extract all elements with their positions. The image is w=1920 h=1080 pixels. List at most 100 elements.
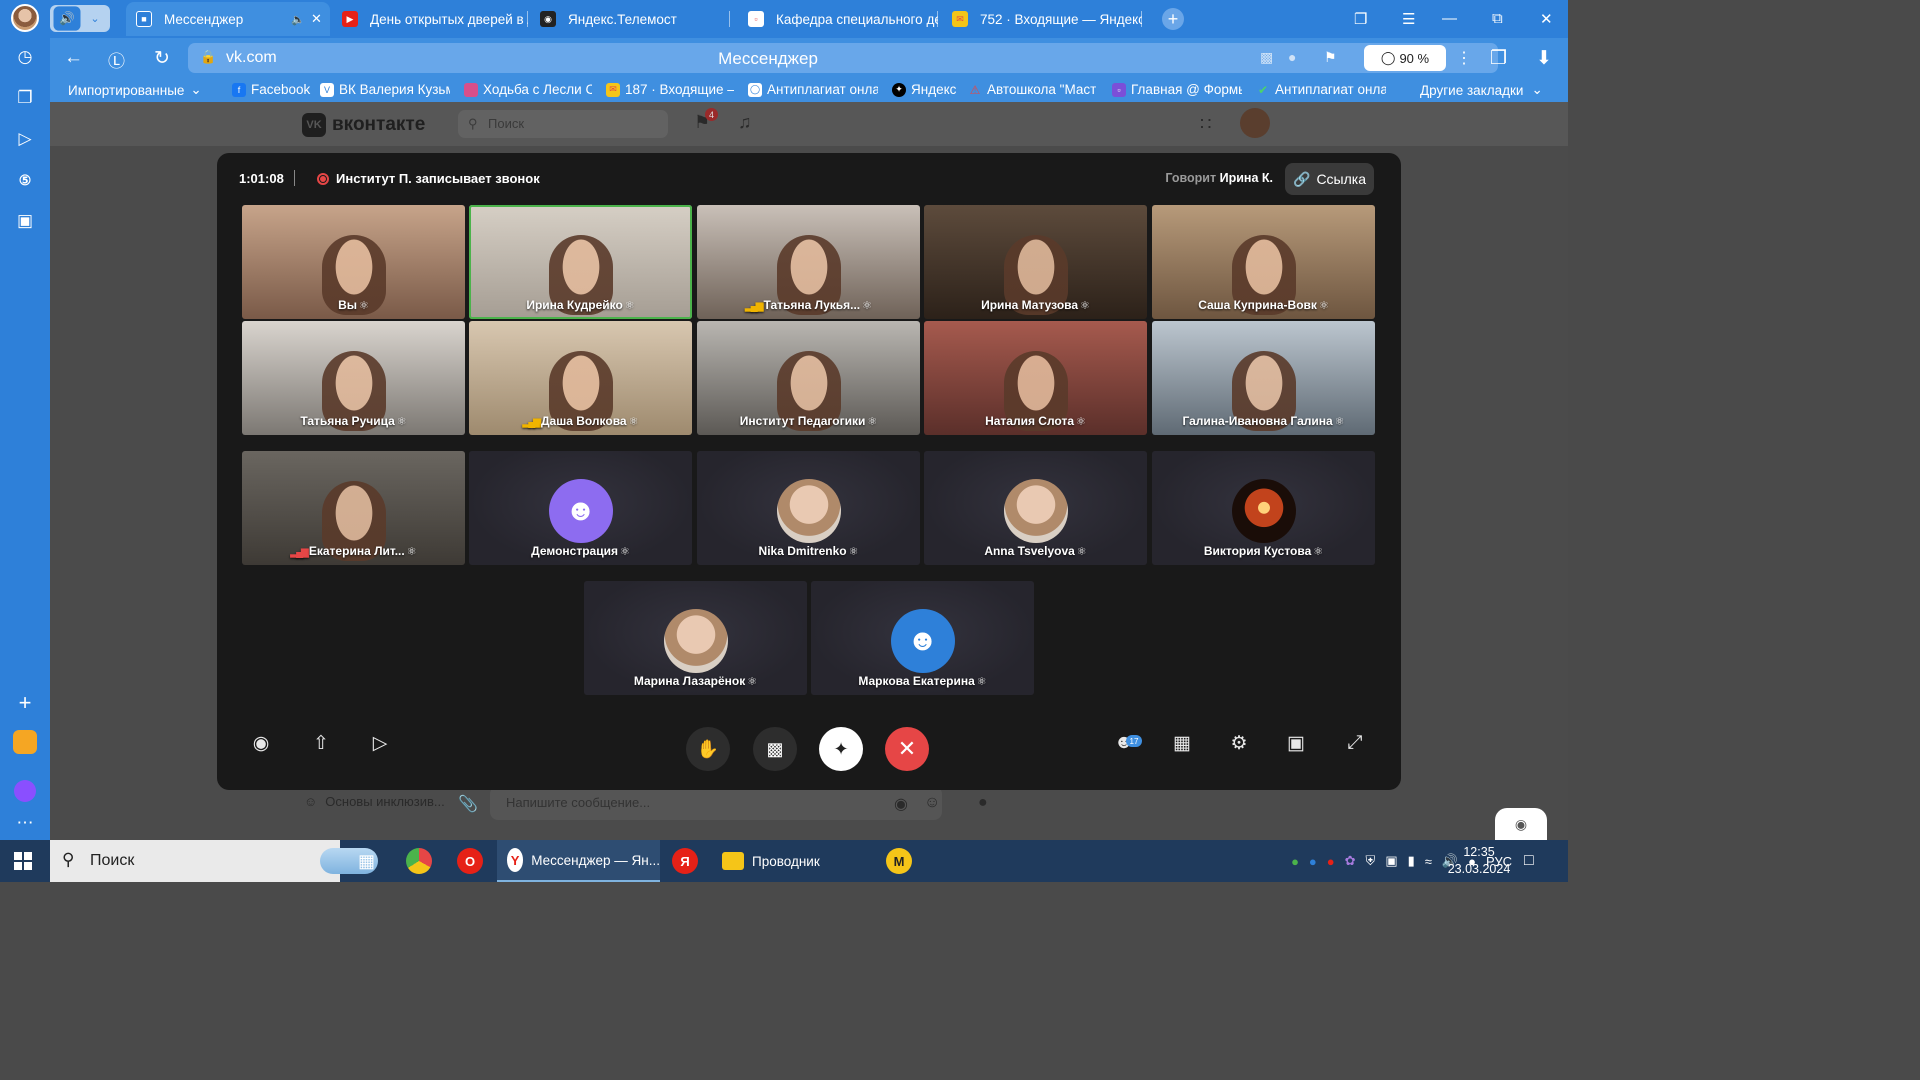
close-icon[interactable]: ✕: [311, 11, 322, 27]
participant-tile[interactable]: Институт Педагогики ⚛: [697, 321, 920, 435]
vk-search-input[interactable]: ⚲ Поиск: [458, 110, 668, 138]
bookmark-mail[interactable]: ✉ 187 · Входящие —: [606, 82, 734, 97]
kaspersky-icon[interactable]: ●: [1291, 854, 1299, 869]
participant-tile[interactable]: Татьяна Ручица ⚛: [242, 321, 465, 435]
bookmark-antiplagiat[interactable]: ◯ Антиплагиат онла: [748, 82, 878, 97]
five-icon[interactable]: ⑤: [10, 165, 40, 195]
participant-tile[interactable]: Саша Куприна-Вовк ⚛: [1152, 205, 1375, 319]
participant-tile[interactable]: ▂▄▆ Екатерина Лит... ⚛: [242, 451, 465, 565]
layout-icon[interactable]: ▦: [1167, 728, 1197, 758]
message-input[interactable]: Напишите сообщение...: [490, 786, 942, 820]
tab-mail[interactable]: ✉ 752 · Входящие — Яндекс: [942, 2, 1142, 36]
address-bar[interactable]: 🔒 vk.com Мессенджер ▩ ● ⚑ ◯ 90 % ⋮: [188, 43, 1498, 73]
taskbar-app-explorer[interactable]: Проводник: [722, 840, 842, 882]
bookmark-walking[interactable]: Ходьба с Лесли С: [464, 82, 592, 97]
participant-tile[interactable]: Марина Лазарёнок ⚛: [584, 581, 807, 695]
participant-tile[interactable]: Nika Dmitrenko ⚛: [697, 451, 920, 565]
profile-avatar[interactable]: [11, 4, 39, 32]
emoji-icon[interactable]: ☺: [924, 794, 940, 812]
restore-icon[interactable]: ⧉: [1492, 10, 1503, 27]
menu-icon[interactable]: ☰: [1402, 10, 1415, 28]
more-icon[interactable]: ⋯: [10, 808, 40, 838]
alice-icon[interactable]: [10, 776, 40, 806]
chat-bubble-button[interactable]: ◉: [1495, 808, 1547, 840]
tab-telemost[interactable]: ◉ Яндекс.Телемост: [530, 2, 730, 36]
yandex-tray-icon[interactable]: ●: [1327, 854, 1335, 869]
tab-manager-icon[interactable]: ❐: [1354, 10, 1367, 28]
voice-message-icon[interactable]: ●: [978, 794, 988, 812]
participant-tile[interactable]: Вы ⚛: [242, 205, 465, 319]
share-screen-icon[interactable]: ⇧: [306, 728, 336, 758]
reload-icon[interactable]: ↻: [154, 47, 170, 70]
participant-tile[interactable]: Галина-Ивановна Галина ⚛: [1152, 321, 1375, 435]
tab-speaker-icon[interactable]: 🔈: [291, 13, 305, 26]
zoom-app-icon[interactable]: ●: [1309, 854, 1317, 869]
minimize-icon[interactable]: —: [1442, 10, 1457, 27]
apps-grid-icon[interactable]: ∷: [1200, 114, 1211, 135]
tab-youtube[interactable]: ▶ День открытых дверей в /: [332, 2, 528, 36]
participant-tile[interactable]: ☻ Демонстрация ⚛: [469, 451, 692, 565]
picture-in-picture-icon[interactable]: ▣: [1281, 728, 1311, 758]
extensions-icon[interactable]: ❐: [1490, 47, 1507, 70]
participant-tile[interactable]: ▂▄▆ Даша Волкова ⚛: [469, 321, 692, 435]
opera-icon[interactable]: O: [457, 840, 483, 882]
bookmark-antiplagiat-2[interactable]: ✔ Антиплагиат онла: [1256, 82, 1386, 97]
task-view-icon[interactable]: ▦: [358, 840, 375, 882]
tab-audio-control[interactable]: 🔊 ⌄: [50, 5, 110, 32]
new-tab-button[interactable]: +: [1162, 8, 1184, 30]
chat-icon[interactable]: ◉: [246, 728, 276, 758]
video-player-icon[interactable]: ▷: [10, 124, 40, 154]
back-icon[interactable]: ←: [64, 47, 83, 69]
bookmark-folder-imported[interactable]: Импортированные ⌄: [68, 82, 218, 98]
device-icon[interactable]: ▣: [1385, 853, 1397, 869]
camera-toggle-button[interactable]: ▩: [753, 727, 797, 771]
screenshot-icon[interactable]: ▣: [10, 206, 40, 236]
participant-tile[interactable]: Anna Tsvelyova ⚛: [924, 451, 1147, 565]
feather-icon[interactable]: ✿: [1345, 853, 1356, 869]
bookmark-driving-school[interactable]: ⚠ Автошкола "Маст: [968, 82, 1096, 97]
bookmark-icon[interactable]: ⚑: [1324, 49, 1337, 66]
bookmark-vk[interactable]: V ВК Валерия Кузьм: [320, 82, 450, 97]
camera-icon[interactable]: ◉: [894, 794, 908, 814]
settings-gear-icon[interactable]: ⚙: [1224, 728, 1254, 758]
record-icon[interactable]: ▷: [365, 728, 395, 758]
taskbar-app-messenger[interactable]: Y Мессенджер — Ян...: [497, 840, 660, 882]
yandex-logo-icon[interactable]: Ⓛ: [108, 47, 125, 72]
bookmark-yandex[interactable]: ✦ Яндекс: [892, 82, 962, 97]
chat-name[interactable]: ☺ Основы инклюзив...: [304, 794, 445, 809]
participant-tile[interactable]: ▂▄▆ Татьяна Лукья... ⚛: [697, 205, 920, 319]
camera-permission-icon[interactable]: ▩: [1260, 49, 1273, 66]
yandex-music-icon[interactable]: M: [886, 840, 912, 882]
tab-messenger[interactable]: ■ Мессенджер 🔈 ✕: [126, 2, 330, 36]
vk-user-avatar[interactable]: [1240, 108, 1270, 138]
wifi-icon[interactable]: ≈: [1425, 854, 1432, 869]
hang-up-button[interactable]: ✕: [885, 727, 929, 771]
raise-hand-button[interactable]: ✋: [686, 727, 730, 771]
more-options-icon[interactable]: ⋮: [1456, 48, 1472, 68]
mail-app-icon[interactable]: [10, 727, 40, 757]
music-icon[interactable]: ♫: [738, 112, 752, 133]
reader-zoom-button[interactable]: ◯ 90 %: [1364, 45, 1446, 71]
downloads-icon[interactable]: ⬇: [1536, 47, 1552, 70]
attach-icon[interactable]: 📎: [458, 794, 478, 814]
tab-document[interactable]: ▫ Кафедра специального де: [738, 2, 938, 36]
other-bookmarks[interactable]: Другие закладки ⌄: [1420, 82, 1560, 98]
bookmark-forms[interactable]: ▫ Главная @ Формы: [1112, 82, 1242, 97]
microphone-toggle-button[interactable]: ✦: [819, 727, 863, 771]
speaker-icon[interactable]: 🔊: [53, 6, 81, 31]
participant-tile[interactable]: ☻ Маркова Екатерина ⚛: [811, 581, 1034, 695]
windows-start-icon[interactable]: [14, 852, 32, 870]
copy-link-button[interactable]: 🔗 Ссылка: [1285, 163, 1374, 195]
collections-icon[interactable]: ❐: [10, 83, 40, 113]
yandex-app-icon[interactable]: Я: [672, 840, 698, 882]
close-window-icon[interactable]: ✕: [1540, 10, 1553, 28]
participant-tile[interactable]: Ирина Матузова ⚛: [924, 205, 1147, 319]
microphone-permission-icon[interactable]: ●: [1288, 49, 1296, 65]
shield-icon[interactable]: ⛨: [1366, 853, 1376, 869]
add-panel-icon[interactable]: +: [10, 688, 40, 718]
taskbar-search-input[interactable]: ⚲ Поиск: [50, 840, 378, 882]
clock[interactable]: 12:35 23.03.2024: [1446, 844, 1512, 878]
participant-tile[interactable]: Виктория Кустова ⚛: [1152, 451, 1375, 565]
participant-tile[interactable]: Ирина Кудрейко ⚛: [469, 205, 692, 319]
history-icon[interactable]: ◷: [10, 42, 40, 72]
